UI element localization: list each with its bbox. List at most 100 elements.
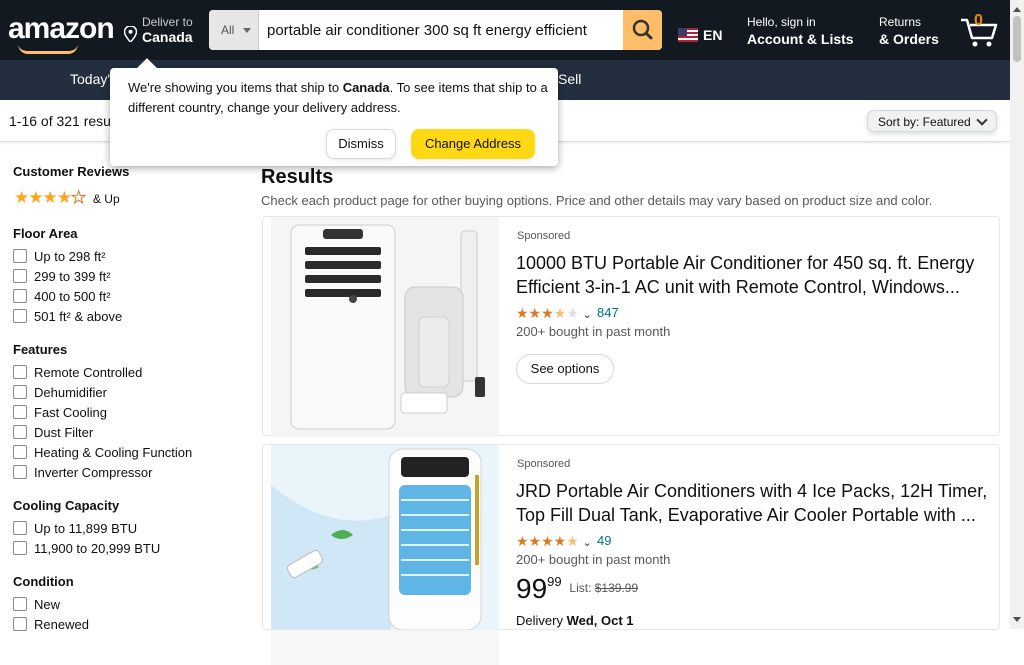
language-selector[interactable]: EN (678, 27, 722, 43)
product-title[interactable]: JRD Portable Air Conditioners with 4 Ice… (516, 479, 992, 527)
star-empty-icon: ★ (70, 188, 86, 208)
chevron-down-icon: ⌄ (582, 537, 592, 549)
floor-option-label: 299 to 399 ft² (34, 269, 111, 284)
feature-option-label: Dust Filter (34, 425, 94, 440)
amazon-logo[interactable]: amazon (8, 12, 115, 54)
condition-heading: Condition (13, 574, 74, 589)
checkbox[interactable] (13, 425, 27, 439)
bought-past-month: 200+ bought in past month (516, 552, 671, 567)
language-label: EN (703, 27, 723, 43)
air-cooler-image (271, 445, 499, 631)
reviews-up-label: & Up (92, 192, 120, 206)
sponsored-label[interactable]: Sponsored (517, 458, 570, 470)
price-whole: 99 (516, 573, 548, 604)
checkbox[interactable] (13, 249, 27, 263)
checkbox[interactable] (13, 309, 27, 323)
account-greeting: Hello, sign in (747, 15, 816, 29)
list-price-value: $139.99 (594, 581, 639, 595)
returns-label: Returns (879, 15, 922, 29)
features-heading: Features (13, 342, 68, 357)
star-half-icon: ★ (553, 305, 567, 321)
product-image[interactable] (271, 445, 499, 665)
account-menu[interactable]: Hello, sign in Account & Lists (747, 15, 854, 47)
sell-link[interactable]: Sell (558, 71, 581, 87)
ship-to-popover: We're showing you items that ship to Can… (110, 68, 558, 166)
checkbox[interactable] (13, 445, 27, 459)
condition-option-label: New (34, 597, 61, 612)
reviews-heading: Customer Reviews (13, 164, 130, 179)
results-subtitle: Check each product page for other buying… (261, 193, 933, 208)
rating-stars[interactable]: ★★★★★ ⌄ (516, 305, 592, 322)
search-category-dropdown[interactable]: All (209, 10, 259, 50)
star-half-icon: ★ (566, 533, 579, 549)
top-nav: amazon Deliver to Canada All EN Hello, s… (0, 0, 1010, 60)
review-count-link[interactable]: 49 (597, 533, 611, 548)
checkbox[interactable] (13, 385, 27, 399)
star-icon: ★★★ (516, 305, 554, 321)
sponsored-label[interactable]: Sponsored (517, 230, 570, 242)
floor-option-label: 501 ft² & above (34, 309, 123, 324)
search-input[interactable] (261, 10, 623, 50)
review-count-link[interactable]: 847 (597, 305, 619, 320)
checkbox[interactable] (13, 269, 27, 283)
checkbox[interactable] (13, 405, 27, 419)
feature-option-label: Remote Controlled (34, 365, 143, 380)
feature-option-label: Fast Cooling (34, 405, 107, 420)
list-price-label: List: (569, 581, 595, 595)
checkbox[interactable] (13, 597, 27, 611)
results-count: 1-16 of 321 results (9, 113, 125, 129)
product-image[interactable] (271, 217, 499, 437)
feature-option-label: Inverter Compressor (34, 465, 153, 480)
product-card: Sponsored JRD Portable Air Conditioners … (262, 444, 1000, 665)
floor-area-heading: Floor Area (13, 226, 78, 241)
star-icon: ★★★★ (516, 533, 567, 549)
cart-button[interactable]: 0 (958, 8, 1002, 52)
checkbox[interactable] (13, 541, 27, 555)
delivery-label: Delivery (516, 613, 567, 628)
floor-option-label: Up to 298 ft² (34, 249, 106, 264)
product-title[interactable]: 10000 BTU Portable Air Conditioner for 4… (516, 251, 992, 299)
results-heading: Results (261, 166, 334, 188)
star-icon: ★★★★ (14, 188, 72, 207)
checkbox[interactable] (13, 465, 27, 479)
account-lists-label: Account & Lists (747, 31, 854, 47)
list-price: List: $139.99 (569, 581, 638, 595)
price-fraction: 99 (547, 574, 562, 589)
logo-text: amazon (8, 12, 115, 45)
checkbox[interactable] (13, 289, 27, 303)
search-icon (632, 19, 653, 40)
condition-option-label: Renewed (34, 617, 89, 632)
scrollbar-thumb[interactable] (1013, 16, 1021, 62)
returns-orders[interactable]: Returns & Orders (879, 15, 939, 47)
checkbox[interactable] (13, 521, 27, 535)
product-card: Sponsored 10000 BTU Portable Air Conditi… (262, 216, 1000, 437)
feature-option-label: Dehumidifier (34, 385, 107, 400)
ship-to-message: We're showing you items that ship to Can… (128, 78, 548, 118)
reviews-4-up-filter[interactable]: ★★★★★ & Up (14, 188, 120, 208)
search-bar: All (209, 10, 662, 50)
capacity-option-label: 11,900 to 20,999 BTU (34, 541, 161, 556)
sort-dropdown[interactable]: Sort by: Featured (867, 110, 997, 132)
delivery-date: Wed, Oct 1 (566, 613, 634, 628)
floor-option-label: 400 to 500 ft² (34, 289, 111, 304)
capacity-option-label: Up to 11,899 BTU (34, 521, 138, 536)
chevron-down-icon: ⌄ (582, 309, 592, 321)
change-address-button[interactable]: Change Address (411, 129, 535, 159)
scroll-down-icon[interactable] (1013, 617, 1021, 626)
deliver-label: Deliver to (142, 15, 193, 29)
see-options-button[interactable]: See options (516, 354, 614, 384)
msg-part1: We're showing you items that ship to (128, 80, 343, 95)
scroll-up-icon[interactable] (1013, 3, 1021, 12)
cart-count: 0 (974, 12, 983, 29)
bought-past-month: 200+ bought in past month (516, 324, 671, 339)
rating-stars[interactable]: ★★★★★ ⌄ (516, 533, 592, 550)
feature-option-label: Heating & Cooling Function (34, 445, 193, 460)
dismiss-button[interactable]: Dismiss (326, 129, 396, 159)
search-button[interactable] (623, 10, 662, 50)
star-empty-icon: ★ (566, 305, 579, 321)
page-scrollbar[interactable] (1010, 0, 1024, 629)
checkbox[interactable] (13, 365, 27, 379)
product-price[interactable]: 9999 List: $139.99 (516, 573, 638, 605)
logo-smile-icon (18, 44, 78, 54)
capacity-heading: Cooling Capacity (13, 498, 120, 513)
